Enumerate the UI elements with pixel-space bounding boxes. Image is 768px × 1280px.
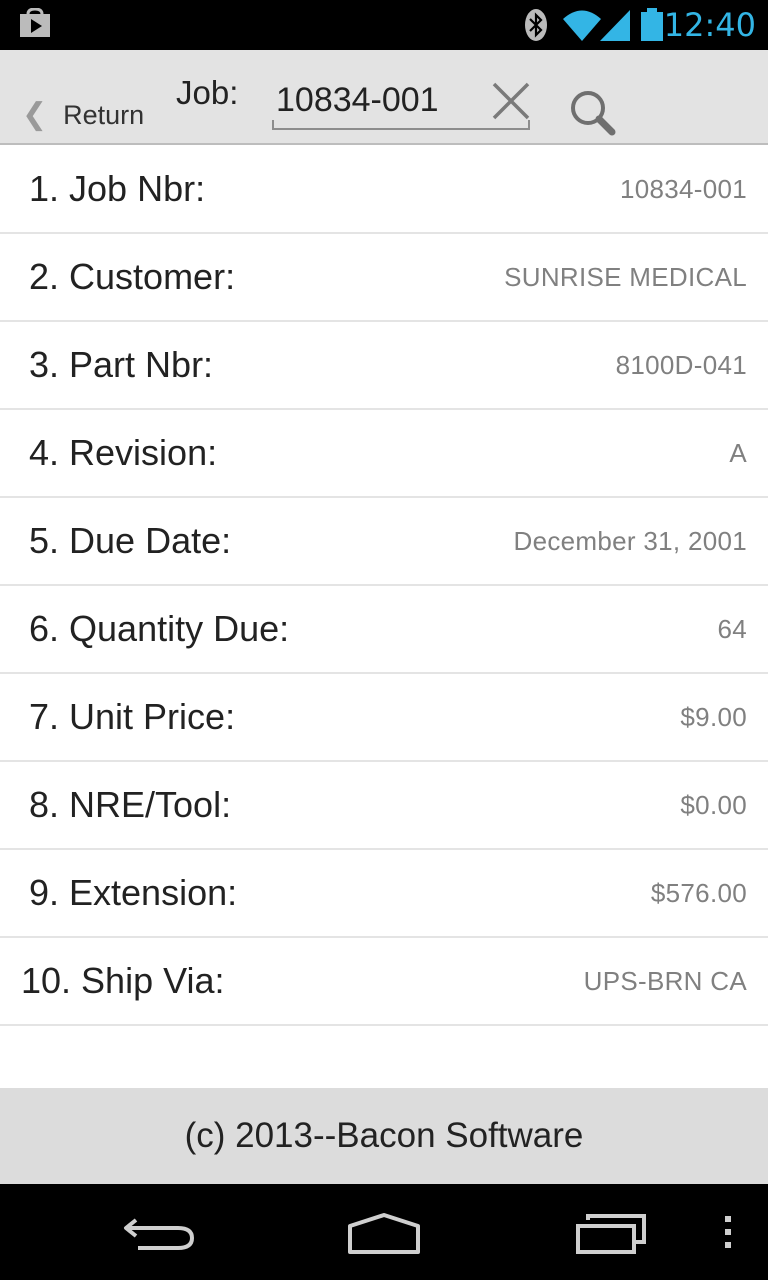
field-label: 7. Unit Price: [29, 696, 236, 737]
list-item-customer[interactable]: 2. Customer: SUNRISE MEDICAL [0, 234, 768, 322]
job-details-list: 1. Job Nbr: 10834-001 2. Customer: SUNRI… [0, 146, 768, 1026]
status-bar: 12:40 [0, 0, 768, 50]
field-label: 3. Part Nbr: [29, 344, 214, 385]
field-value: 64 [717, 613, 747, 644]
status-clock: 12:40 [663, 6, 756, 44]
field-value: A [729, 437, 747, 468]
field-label: 8. NRE/Tool: [29, 784, 232, 825]
home-icon[interactable] [346, 1212, 422, 1260]
list-item-ship-via[interactable]: 10. Ship Via: UPS-BRN CA [0, 938, 768, 1026]
field-label: 9. Extension: [29, 872, 238, 913]
play-store-icon [18, 7, 52, 42]
footer: (c) 2013--Bacon Software [0, 1088, 768, 1184]
field-value: 8100D-041 [615, 349, 747, 380]
search-icon[interactable] [568, 88, 618, 142]
list-item-unit-price[interactable]: 7. Unit Price: $9.00 [0, 674, 768, 762]
overflow-menu-icon[interactable] [718, 1214, 738, 1254]
list-item-due-date[interactable]: 5. Due Date: December 31, 2001 [0, 498, 768, 586]
list-item-nre-tool[interactable]: 8. NRE/Tool: $0.00 [0, 762, 768, 850]
clear-icon[interactable] [490, 80, 532, 126]
job-search-input[interactable] [276, 76, 486, 124]
copyright-text: (c) 2013--Bacon Software [184, 1116, 584, 1155]
field-value: 10834-001 [619, 173, 747, 204]
field-label: 2. Customer: [29, 256, 236, 297]
back-icon[interactable] [122, 1214, 196, 1258]
list-item-extension[interactable]: 9. Extension: $576.00 [0, 850, 768, 938]
list-item-revision[interactable]: 4. Revision: A [0, 410, 768, 498]
return-label: Return [63, 99, 145, 130]
list-item-quantity-due[interactable]: 6. Quantity Due: 64 [0, 586, 768, 674]
chevron-left-icon: ❮ [22, 97, 48, 132]
job-label: Job: [176, 74, 239, 111]
navigation-bar [0, 1184, 768, 1280]
field-label: 6. Quantity Due: [29, 608, 290, 649]
field-label: 1. Job Nbr: [29, 168, 206, 209]
field-value: $576.00 [650, 877, 747, 908]
field-value: December 31, 2001 [513, 525, 747, 556]
field-label: 10. Ship Via: [21, 960, 225, 1001]
cell-signal-icon [600, 8, 632, 46]
field-label: 5. Due Date: [29, 520, 232, 561]
bluetooth-icon [524, 8, 548, 46]
action-bar: ❮ Return Job: [0, 50, 768, 145]
return-button[interactable]: ❮ Return [22, 90, 144, 140]
list-item-job-nbr[interactable]: 1. Job Nbr: 10834-001 [0, 146, 768, 234]
field-label: 4. Revision: [29, 432, 218, 473]
field-value: $9.00 [680, 701, 747, 732]
field-value: $0.00 [680, 789, 747, 820]
field-value: SUNRISE MEDICAL [504, 261, 747, 292]
field-value: UPS-BRN CA [583, 965, 747, 996]
wifi-icon [562, 8, 602, 46]
battery-icon [640, 8, 664, 46]
list-item-part-nbr[interactable]: 3. Part Nbr: 8100D-041 [0, 322, 768, 410]
recents-icon[interactable] [574, 1212, 648, 1260]
